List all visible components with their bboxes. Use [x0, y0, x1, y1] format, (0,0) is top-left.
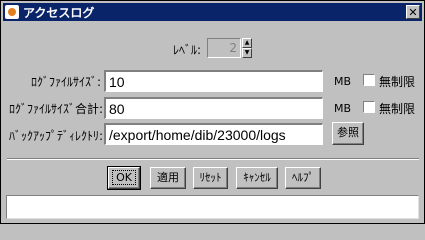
level-down-button[interactable]: ▼: [242, 48, 252, 58]
level-spinner: 2: [207, 38, 241, 58]
file-size-total-input[interactable]: 80: [104, 97, 323, 119]
file-size-unlimited-label: 無制限: [379, 75, 416, 89]
file-size-label: ﾛｸﾞﾌｧｲﾙｻｲｽﾞ:: [31, 75, 102, 89]
close-button[interactable]: ✕: [406, 5, 420, 19]
backup-dir-label: ﾊﾞｯｸｱｯﾌﾟﾃﾞｨﾚｸﾄﾘ:: [9, 129, 104, 143]
window-title: アクセスログ: [23, 5, 95, 20]
access-log-dialog: アクセスログ ✕ ﾚﾍﾞﾙ: 2 ▲ ▼ ﾛｸﾞﾌｧｲﾙｻｲｽﾞ: 10 MB …: [0, 0, 425, 224]
file-size-unit: MB: [334, 75, 352, 88]
file-size-total-unlimited-label: 無制限: [379, 102, 416, 116]
status-bar: [6, 195, 419, 219]
reset-button[interactable]: ﾘｾｯﾄ: [193, 167, 228, 189]
level-label: ﾚﾍﾞﾙ:: [173, 43, 202, 57]
ok-button[interactable]: OK: [107, 166, 141, 190]
browse-button[interactable]: 参照: [332, 122, 364, 145]
file-size-total-label: ﾛｸﾞﾌｧｲﾙｻｲｽﾞ合計:: [9, 102, 104, 116]
file-size-input[interactable]: 10: [104, 70, 323, 92]
backup-dir-input[interactable]: /export/home/dib/23000/logs: [104, 123, 323, 145]
file-size-total-unit: MB: [334, 102, 352, 115]
cancel-button[interactable]: ｷｬﾝｾﾙ: [236, 167, 278, 189]
apply-button[interactable]: 適用: [150, 167, 186, 189]
help-button[interactable]: ﾍﾙﾌﾟ: [285, 167, 321, 189]
separator: [7, 158, 419, 160]
app-icon: [5, 5, 19, 19]
file-size-total-unlimited-checkbox[interactable]: [363, 101, 375, 113]
file-size-unlimited-checkbox[interactable]: [363, 74, 375, 86]
level-up-button[interactable]: ▲: [242, 38, 252, 48]
title-bar[interactable]: アクセスログ ✕: [3, 3, 422, 21]
ok-button-label: OK: [112, 170, 136, 185]
